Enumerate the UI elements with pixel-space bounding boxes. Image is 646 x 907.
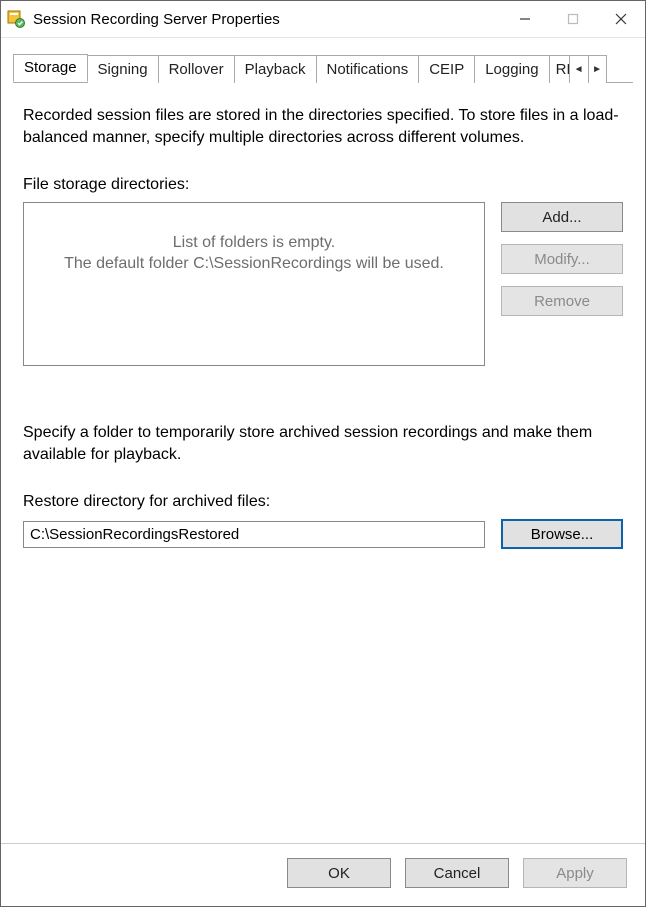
ok-button[interactable]: OK [287, 858, 391, 888]
tab-label: Notifications [327, 61, 409, 78]
close-button[interactable] [597, 1, 645, 37]
minimize-button[interactable] [501, 1, 549, 37]
tab-rbac[interactable]: RBAC [549, 55, 571, 83]
folder-list-empty-line2: The default folder C:\SessionRecordings … [64, 254, 444, 275]
browse-button[interactable]: Browse... [501, 519, 623, 549]
modify-button: Modify... [501, 244, 623, 274]
window-controls [501, 1, 645, 37]
tab-storage[interactable]: Storage [13, 54, 88, 82]
tab-label: Logging [485, 61, 538, 78]
tab-strip: Storage Signing Rollover Playback Notifi… [1, 38, 645, 83]
tab-scroll-left[interactable]: ◄ [570, 56, 588, 83]
tab-content-storage: Recorded session files are stored in the… [1, 83, 645, 843]
add-button[interactable]: Add... [501, 202, 623, 232]
tab-scroll-right[interactable]: ► [588, 56, 606, 83]
tab-playback[interactable]: Playback [234, 55, 317, 83]
tab-scroll: ◄ ► [569, 55, 607, 83]
tab-signing[interactable]: Signing [87, 55, 159, 83]
restore-label: Restore directory for archived files: [23, 493, 623, 511]
maximize-button [549, 1, 597, 37]
tab-label: Storage [24, 59, 77, 76]
cancel-button[interactable]: Cancel [405, 858, 509, 888]
tab-label: Rollover [169, 61, 224, 78]
folder-list[interactable]: List of folders is empty. The default fo… [23, 202, 485, 366]
app-icon [7, 10, 25, 28]
tab-rollover[interactable]: Rollover [158, 55, 235, 83]
restore-directory-input[interactable] [23, 521, 485, 548]
window: Session Recording Server Properties Stor… [0, 0, 646, 907]
remove-button: Remove [501, 286, 623, 316]
apply-button: Apply [523, 858, 627, 888]
window-title: Session Recording Server Properties [33, 11, 501, 28]
tab-label: Playback [245, 61, 306, 78]
tab-logging[interactable]: Logging [474, 55, 549, 83]
folder-list-empty-line1: List of folders is empty. [173, 233, 335, 254]
tab-ceip[interactable]: CEIP [418, 55, 475, 83]
tab-label: CEIP [429, 61, 464, 78]
dialog-footer: OK Cancel Apply [1, 843, 645, 906]
file-storage-label: File storage directories: [23, 176, 623, 194]
storage-description: Recorded session files are stored in the… [23, 105, 623, 148]
titlebar: Session Recording Server Properties [1, 1, 645, 38]
restore-description: Specify a folder to temporarily store ar… [23, 422, 623, 465]
tab-notifications[interactable]: Notifications [316, 55, 420, 83]
tab-label: Signing [98, 61, 148, 78]
